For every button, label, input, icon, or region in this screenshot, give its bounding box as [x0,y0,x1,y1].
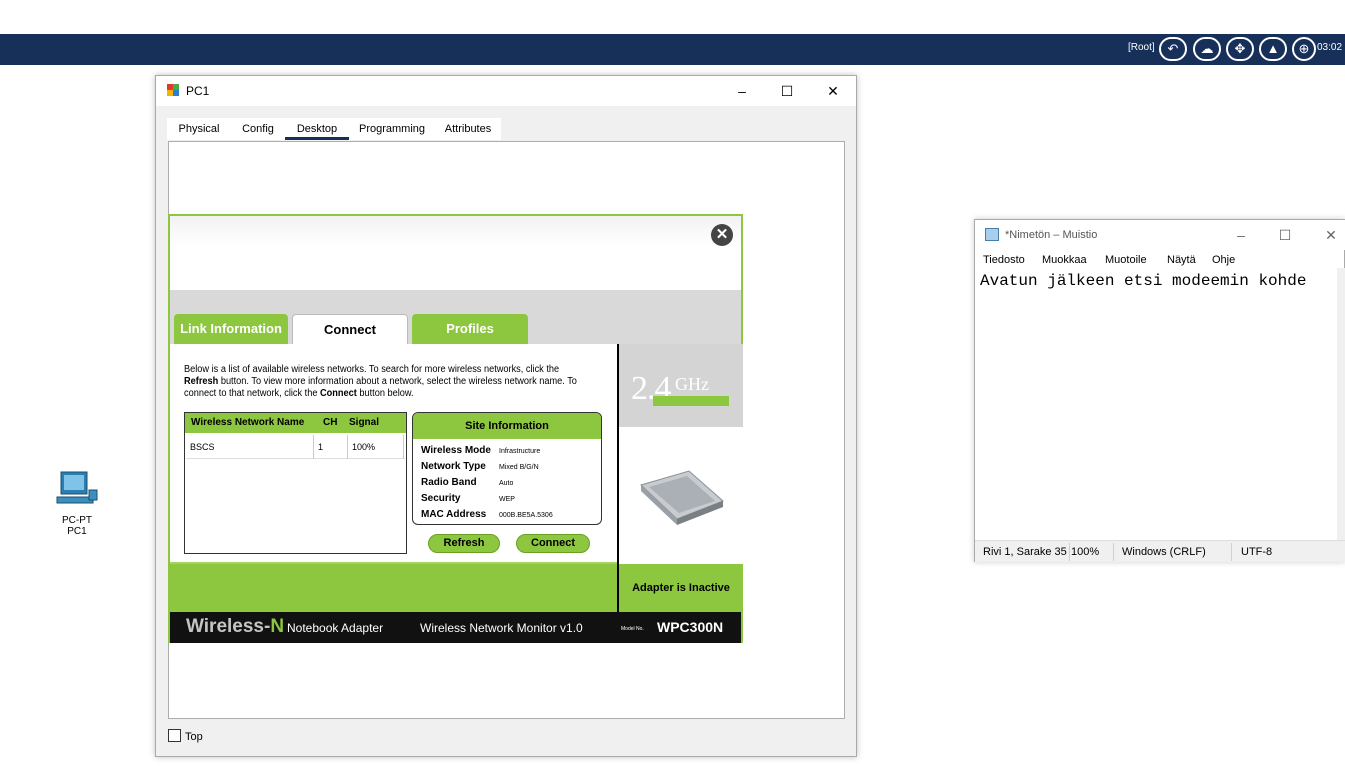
ghz-unit: GHz [675,374,709,394]
network-icon[interactable]: ⊕ [1292,37,1316,61]
site-information-title: Site Information [413,413,601,439]
move-icon[interactable]: ✥ [1226,37,1254,61]
adapter-panel: 2.4 GHz Adapter is Inactive [617,344,743,612]
frequency-badge: 2.4 GHz [619,344,743,426]
col-ch[interactable]: CH [323,413,337,433]
notepad-title-bar[interactable]: *Nimetön – Muistio – ☐ ✕ [975,220,1345,250]
col-network-name[interactable]: Wireless Network Name [191,413,304,433]
menu-muokkaa[interactable]: Muokkaa [1042,254,1087,266]
notepad-menu-bar: Tiedosto Muokkaa Muotoile Näytä Ohje [975,252,1345,268]
notepad-title: *Nimetön – Muistio [1005,229,1098,241]
tab-desktop[interactable]: Desktop [285,118,349,140]
site-row-security: Security WEP [421,493,515,504]
site-row-network-type: Network Type Mixed B/G/N [421,461,539,472]
back-arrow-icon[interactable]: ↶ [1159,37,1187,61]
ghz-bar [653,396,729,406]
clock: 03:02 [1317,42,1343,53]
status-line-endings: Windows (CRLF) [1122,546,1206,558]
menu-ohje[interactable]: Ohje [1212,254,1235,266]
pc-name-label: PC1 [67,526,87,537]
pc-icon [56,471,98,504]
root-label: [Root] [1128,42,1155,53]
tab-profiles[interactable]: Profiles [412,314,528,344]
pc1-desktop-icon[interactable]: PC-PT PC1 [52,470,102,537]
tab-link-information[interactable]: Link Information [174,314,288,344]
notepad-close-button[interactable]: ✕ [1321,226,1341,244]
status-divider [1231,543,1232,561]
landscape-icon[interactable]: ▲ [1259,37,1287,61]
notepad-icon [985,228,999,241]
pc-card-icon [640,470,724,525]
packet-tracer-icon [167,84,179,96]
tab-physical[interactable]: Physical [167,118,231,140]
notepad-text-area[interactable]: Avatun jälkeen etsi modeemin kohde [975,268,1337,540]
network-signal-cell: 100% [348,435,404,459]
network-ch-cell: 1 [314,435,348,459]
monitor-close-button[interactable]: ✕ [711,224,733,246]
site-row-mac-address: MAC Address 000B.BE5A.5306 [421,509,553,520]
refresh-button[interactable]: Refresh [428,534,500,553]
app-name: Wireless Network Monitor v1.0 [420,621,583,635]
model-number: WPC300N [657,619,724,635]
network-row[interactable]: BSCS 1 100% [186,435,405,459]
menu-muotoile[interactable]: Muotoile [1105,254,1147,266]
notepad-scrollbar[interactable] [1337,268,1345,540]
pc1-title-bar[interactable]: PC1 – ☐ ✕ [156,76,856,106]
notepad-window: *Nimetön – Muistio – ☐ ✕ Tiedosto Muokka… [974,219,1345,562]
tab-connect[interactable]: Connect [292,314,408,344]
col-signal[interactable]: Signal [349,413,379,433]
status-divider [1069,543,1070,561]
site-row-wireless-mode: Wireless Mode Infrastructure [421,445,541,456]
product-name: Notebook Adapter [287,621,384,635]
connect-button[interactable]: Connect [516,534,590,553]
connect-description: Below is a list of available wireless ne… [184,364,577,399]
notepad-minimize-button[interactable]: – [1231,226,1251,244]
status-position: Rivi 1, Sarake 35 [983,546,1067,558]
adapter-card-image [619,426,743,564]
tab-attributes[interactable]: Attributes [435,118,501,140]
brand-wireless-n: Wireless-N [186,616,285,637]
green-band [170,562,617,612]
cloud-icon[interactable]: ☁ [1193,37,1221,61]
top-checkbox[interactable]: Top [168,729,203,743]
status-divider [1113,543,1114,561]
monitor-header [170,216,741,291]
site-row-radio-band: Radio Band Auto [421,477,514,488]
pc1-window-title: PC1 [186,84,210,98]
pc-type-label: PC-PT [62,515,92,526]
menu-tiedosto[interactable]: Tiedosto [983,254,1025,266]
tab-config[interactable]: Config [231,118,285,140]
adapter-status: Adapter is Inactive [619,564,743,612]
app-top-bar: [Root] ↶ ☁ ✥ ▲ ⊕ 03:02 [0,34,1345,65]
list-header: Wireless Network Name CH Signal [185,413,406,433]
site-information-panel: Site Information Wireless Mode Infrastruc… [412,412,602,525]
status-zoom: 100% [1071,546,1100,558]
menu-nayta[interactable]: Näytä [1167,254,1196,266]
model-prefix: Model No. [621,626,644,632]
maximize-button[interactable]: ☐ [777,82,797,100]
notepad-status-bar: Rivi 1, Sarake 35 100% Windows (CRLF) UT… [975,540,1345,562]
notepad-maximize-button[interactable]: ☐ [1275,226,1295,244]
monitor-footer: Wireless-N Notebook Adapter Wireless Net… [170,612,741,643]
wireless-network-monitor: ✕ Link Information Connect Profiles Belo… [168,214,743,643]
network-name-cell: BSCS [186,435,314,459]
tab-programming[interactable]: Programming [349,118,435,140]
status-encoding: UTF-8 [1241,546,1273,558]
checkbox-box[interactable] [168,729,181,742]
top-checkbox-label: Top [185,731,203,743]
wireless-network-list: Wireless Network Name CH Signal BSCS 1 1… [184,412,407,554]
minimize-button[interactable]: – [732,82,752,100]
close-button[interactable]: ✕ [823,82,843,100]
